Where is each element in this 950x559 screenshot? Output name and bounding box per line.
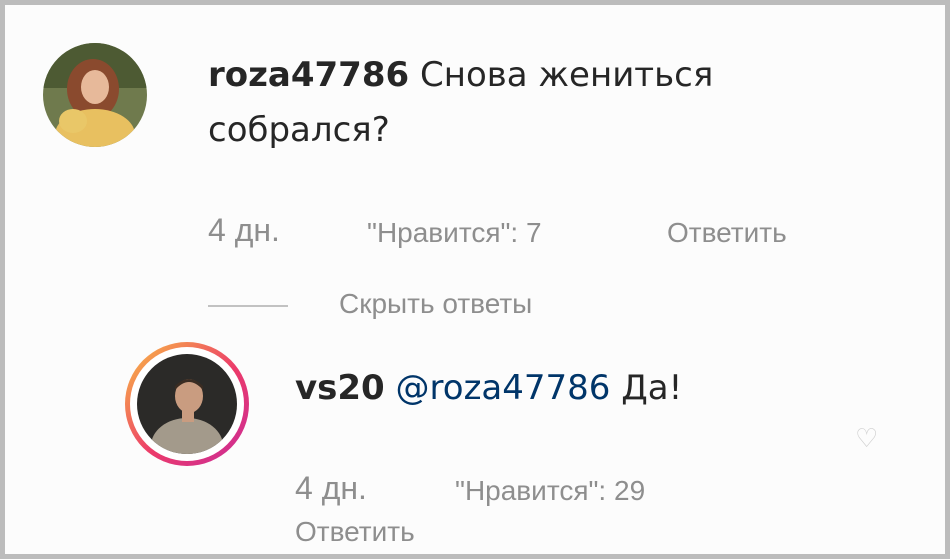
avatar-vs20-story-ring[interactable] <box>125 342 249 466</box>
reply-mention-link[interactable]: @roza47786 <box>396 368 611 408</box>
avatar-photo-man <box>137 354 237 454</box>
reply-username[interactable]: vs20 <box>295 368 385 408</box>
hide-replies-line <box>208 305 288 307</box>
comment-text-part-1: Снова жениться <box>419 55 714 95</box>
hide-replies-button[interactable]: Скрыть ответы <box>339 288 532 320</box>
comment-username[interactable]: roza47786 <box>208 55 409 95</box>
avatar-photo-woman <box>43 43 147 147</box>
avatar-roza47786[interactable] <box>43 43 147 147</box>
reply-text: Да! <box>621 368 683 408</box>
reply-likes-count[interactable]: "Нравится": 29 <box>455 475 645 507</box>
comment-likes-count[interactable]: "Нравится": 7 <box>367 217 542 249</box>
comment-reply-button[interactable]: Ответить <box>667 217 787 249</box>
comment-age: 4 дн. <box>208 212 280 248</box>
comments-panel: roza47786 Снова жениться собрался? 4 дн.… <box>0 0 950 559</box>
reply-age: 4 дн. <box>295 470 367 506</box>
reply-text-line: vs20 @roza47786 Да! <box>295 366 682 410</box>
comment-text-line-1: roza47786 Снова жениться <box>208 53 713 97</box>
like-heart-icon[interactable]: ♡ <box>855 423 878 454</box>
comment-text-line-2: собрался? <box>208 110 390 150</box>
reply-reply-button[interactable]: Ответить <box>295 516 415 548</box>
